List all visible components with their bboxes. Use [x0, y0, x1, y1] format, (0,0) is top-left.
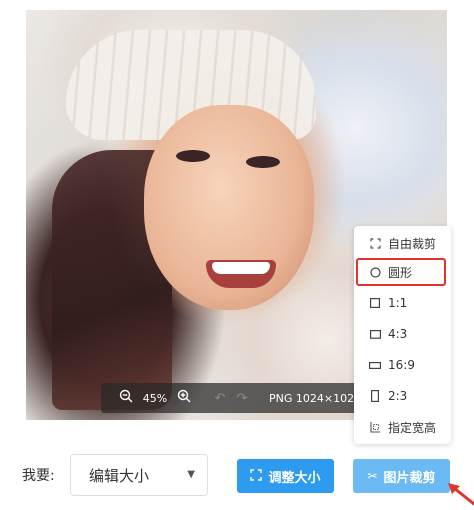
free-crop-icon: [368, 237, 382, 249]
square-icon: [368, 298, 382, 308]
crop-menu-item-custom[interactable]: 指定宽高: [354, 414, 451, 440]
zoom-out-icon[interactable]: [115, 389, 137, 407]
chevron-down-icon: ▼: [187, 469, 195, 480]
circle-option-highlight: [356, 258, 446, 286]
undo-icon[interactable]: ↶: [209, 391, 231, 406]
scissors-icon: ✂: [367, 469, 378, 483]
red-arrow-icon: [446, 482, 474, 506]
photo-eye-right: [246, 156, 280, 168]
crop-menu-label: 自由裁剪: [388, 236, 437, 251]
zoom-in-icon[interactable]: [173, 389, 195, 407]
crop-image-label: 图片裁剪: [383, 470, 436, 486]
mode-select-value: 编辑大小: [89, 466, 150, 485]
crop-menu-label: 16:9: [388, 358, 415, 372]
crop-menu-label: 指定宽高: [388, 420, 437, 435]
adjust-size-label: 调整大小: [268, 470, 321, 486]
redo-icon[interactable]: ↷: [231, 391, 253, 406]
custom-size-icon: [368, 421, 382, 433]
ratio-4-3-icon: [368, 329, 382, 339]
crop-menu-item-1-1[interactable]: 1:1: [354, 290, 451, 316]
crop-menu-label: 1:1: [388, 296, 408, 310]
crop-menu-item-2-3[interactable]: 2:3: [354, 383, 451, 409]
crop-menu-label: 4:3: [388, 327, 408, 341]
crop-menu-label: 2:3: [388, 389, 408, 403]
crop-menu-item-free[interactable]: 自由裁剪: [354, 230, 451, 256]
mode-select[interactable]: 编辑大小 ▼: [70, 454, 208, 496]
expand-icon: [250, 468, 263, 484]
crop-image-button[interactable]: ✂ 图片裁剪: [353, 459, 450, 493]
crop-menu-item-16-9[interactable]: 16:9: [354, 352, 451, 378]
zoom-toolbar: 45% ↶ ↷ PNG 1024×102: [101, 383, 363, 413]
crop-menu-item-4-3[interactable]: 4:3: [354, 321, 451, 347]
photo-teeth: [212, 262, 270, 274]
want-label: 我要:: [22, 468, 55, 484]
zoom-percent: 45%: [142, 391, 168, 405]
photo-eye-left: [176, 150, 210, 162]
image-info: PNG 1024×102: [269, 391, 355, 405]
ratio-2-3-icon: [368, 390, 382, 402]
adjust-size-button[interactable]: 调整大小: [237, 459, 334, 493]
ratio-16-9-icon: [368, 361, 382, 369]
